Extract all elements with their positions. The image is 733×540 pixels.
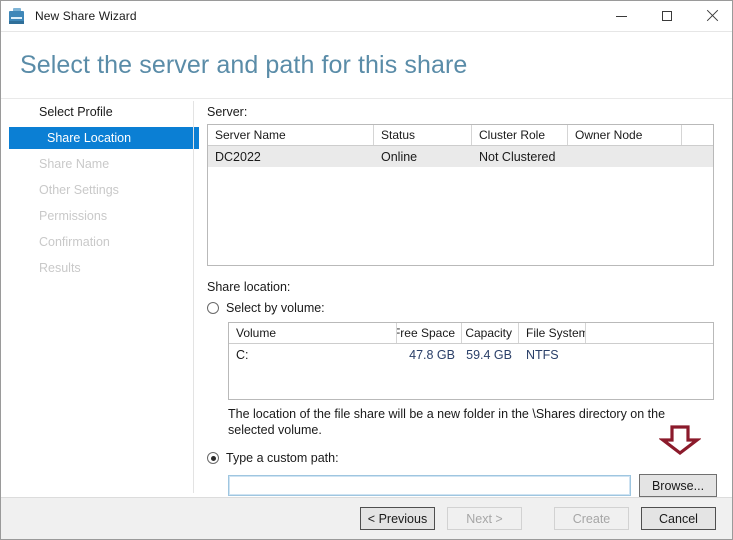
down-arrow-annotation [659, 425, 701, 455]
custom-path-input[interactable] [228, 475, 631, 496]
cell-cluster-role: Not Clustered [472, 150, 568, 164]
select-by-volume-radio[interactable] [207, 302, 219, 314]
column-free-space[interactable]: Free Space [397, 323, 462, 343]
window-title: New Share Wizard [35, 9, 137, 23]
custom-path-radio[interactable] [207, 452, 219, 464]
server-table[interactable]: Server Name Status Cluster Role Owner No… [207, 124, 714, 266]
window-controls [599, 1, 733, 31]
new-share-wizard-window: New Share Wizard Select the server and p… [0, 0, 733, 540]
next-button: Next > [447, 507, 522, 530]
column-cluster-role[interactable]: Cluster Role [472, 125, 568, 145]
sidebar-item-confirmation: Confirmation [1, 231, 193, 253]
table-row[interactable]: DC2022 Online Not Clustered [208, 146, 713, 167]
select-by-volume-label: Select by volume: [226, 301, 325, 315]
close-button[interactable] [689, 1, 733, 31]
sidebar-item-permissions: Permissions [1, 205, 193, 227]
volume-table-header: Volume Free Space Capacity File System [229, 323, 713, 344]
cell-status: Online [374, 150, 472, 164]
minimize-icon [616, 16, 627, 17]
server-label: Server: [207, 105, 717, 119]
create-button: Create [554, 507, 629, 530]
custom-path-label: Type a custom path: [226, 451, 339, 465]
wizard-footer: < Previous Next > Create Cancel [1, 497, 732, 539]
share-location-label: Share location: [207, 280, 717, 294]
share-folder-icon [9, 8, 26, 25]
volume-table[interactable]: Volume Free Space Capacity File System C… [228, 322, 714, 400]
column-file-system[interactable]: File System [519, 323, 586, 343]
column-server-name[interactable]: Server Name [208, 125, 374, 145]
cancel-button[interactable]: Cancel [641, 507, 716, 530]
sidebar-item-share-name: Share Name [1, 153, 193, 175]
column-filler-volume [586, 323, 713, 343]
title-bar: New Share Wizard [1, 1, 733, 31]
wizard-steps-sidebar: Select Profile Share Location Share Name… [1, 101, 193, 283]
cell-free-space: 47.8 GB [397, 348, 462, 362]
cell-file-system: NTFS [519, 348, 586, 362]
title-separator [1, 31, 733, 32]
minimize-button[interactable] [599, 1, 644, 31]
cell-server-name: DC2022 [208, 150, 374, 164]
select-by-volume-radio-row[interactable]: Select by volume: [207, 299, 717, 317]
sidebar-item-share-location[interactable]: Share Location [9, 127, 199, 149]
column-volume[interactable]: Volume [229, 323, 397, 343]
main-content: Server: Server Name Status Cluster Role … [207, 105, 717, 497]
column-owner-node[interactable]: Owner Node [568, 125, 682, 145]
custom-path-row: Browse... [228, 474, 717, 497]
share-location-note: The location of the file share will be a… [228, 406, 698, 438]
server-table-header: Server Name Status Cluster Role Owner No… [208, 125, 713, 146]
heading-separator [1, 98, 733, 99]
page-title: Select the server and path for this shar… [20, 51, 467, 80]
sidebar-item-other-settings: Other Settings [1, 179, 193, 201]
column-filler [682, 125, 713, 145]
custom-path-radio-row[interactable]: Type a custom path: [207, 449, 717, 467]
cell-capacity: 59.4 GB [462, 348, 519, 362]
column-capacity[interactable]: Capacity [462, 323, 519, 343]
browse-button[interactable]: Browse... [639, 474, 717, 497]
maximize-icon [662, 11, 672, 21]
column-status[interactable]: Status [374, 125, 472, 145]
sidebar-divider [193, 101, 194, 493]
maximize-button[interactable] [644, 1, 689, 31]
sidebar-item-results: Results [1, 257, 193, 279]
table-row[interactable]: C: 47.8 GB 59.4 GB NTFS [229, 344, 713, 365]
previous-button[interactable]: < Previous [360, 507, 435, 530]
close-icon [706, 10, 718, 22]
sidebar-item-select-profile[interactable]: Select Profile [1, 101, 193, 123]
cell-volume: C: [229, 348, 397, 362]
